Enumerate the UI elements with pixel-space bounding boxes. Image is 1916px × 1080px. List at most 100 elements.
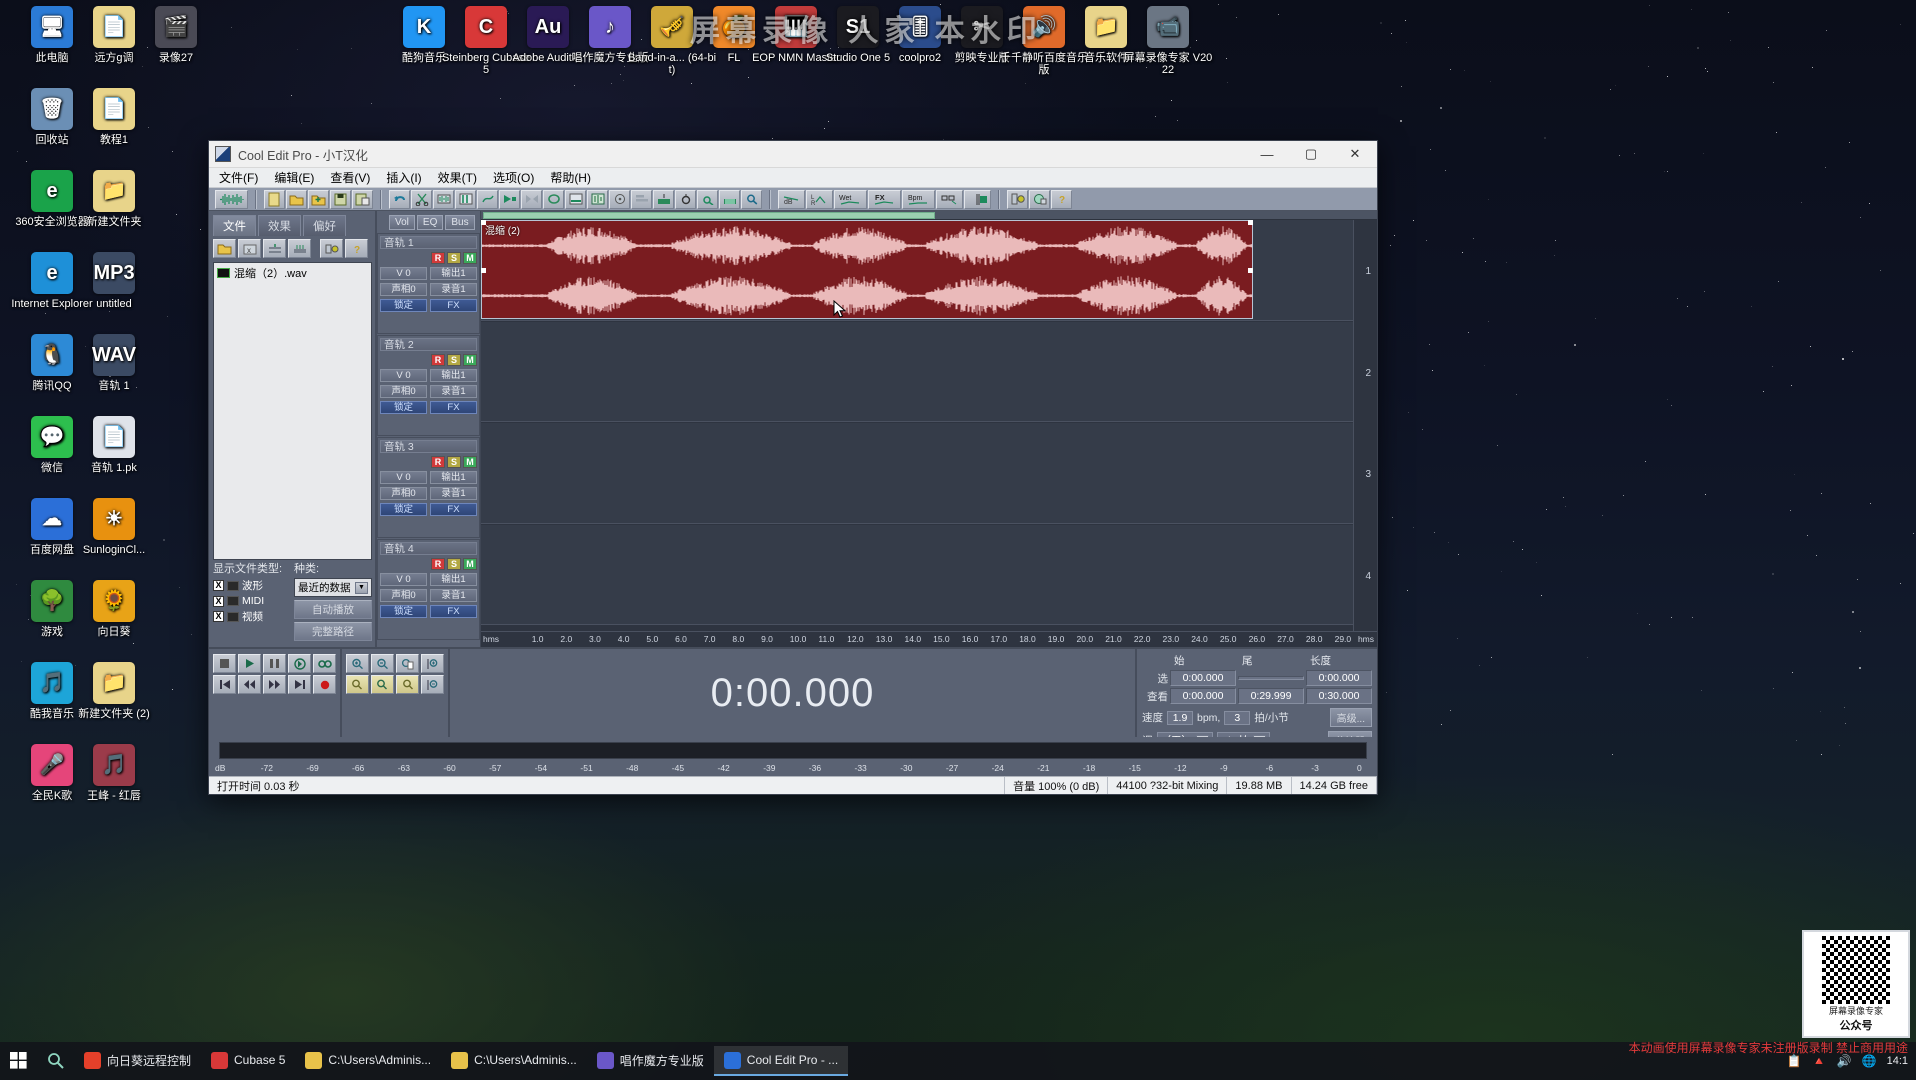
track-control-1[interactable]: 音轨 1 R S M V 0 输出1 声相0 录音1 锁定 FX xyxy=(377,233,480,334)
filetype-checkbox[interactable]: X MIDI xyxy=(213,595,286,607)
desktop-icon[interactable]: ☀ SunloginCl... xyxy=(68,498,160,556)
track-control-3[interactable]: 音轨 3 R S M V 0 输出1 声相0 录音1 锁定 FX xyxy=(377,437,480,538)
track-solo-button[interactable]: S xyxy=(447,354,461,366)
clip-handle-mid-left[interactable] xyxy=(481,268,486,273)
menu-item-2[interactable]: 查看(V) xyxy=(330,169,370,186)
clip-handle-top-left[interactable] xyxy=(481,220,486,225)
file-list[interactable]: 混缩（2）.wav xyxy=(213,262,372,560)
taskbar-item-4[interactable]: 唱作魔方专业版 xyxy=(587,1046,714,1076)
selection-end-field[interactable]: 0:29.999 xyxy=(1238,688,1304,704)
pan-envelope-icon[interactable]: LR xyxy=(806,190,833,209)
filetype-checkbox[interactable]: X 波形 xyxy=(213,578,286,593)
menu-item-0[interactable]: 文件(F) xyxy=(219,169,258,186)
track-tab-Bus[interactable]: Bus xyxy=(445,215,474,230)
wet-dry-envelope-icon[interactable]: Wet xyxy=(834,190,867,209)
filetype-checkbox[interactable]: X 视频 xyxy=(213,609,286,624)
track-name[interactable]: 音轨 1 xyxy=(380,236,477,249)
zoom-selection-icon[interactable] xyxy=(396,654,419,673)
track-lane-2[interactable] xyxy=(481,322,1353,423)
track-fx-button[interactable]: FX xyxy=(430,605,477,618)
maximize-button[interactable]: ▢ xyxy=(1289,141,1333,167)
track-record-device-field[interactable]: 录音1 xyxy=(430,487,477,500)
kind-dropdown[interactable]: 最近的数据 ▼ xyxy=(294,578,372,597)
taskbar-item-5[interactable]: Cool Edit Pro - ... xyxy=(714,1046,848,1076)
advanced-button[interactable]: 高级... xyxy=(1330,708,1372,727)
loop-region-icon[interactable] xyxy=(543,190,564,209)
taskbar-clock[interactable]: 14:1 xyxy=(1887,1055,1908,1067)
track-name[interactable]: 音轨 3 xyxy=(380,440,477,453)
track-tab-Vol[interactable]: Vol xyxy=(389,215,415,230)
desktop-icon[interactable]: 🎵 王峰 - 红唇 xyxy=(68,744,160,802)
track-mute-button[interactable]: M xyxy=(463,558,477,570)
desktop-icon[interactable]: 📹 屏幕录像专家 V2022 xyxy=(1122,6,1214,76)
desktop-icon[interactable]: WAV 音轨 1 xyxy=(68,334,160,392)
multitrack-view-icon[interactable] xyxy=(565,190,586,209)
insert-file-icon[interactable] xyxy=(263,239,286,258)
menu-item-4[interactable]: 效果(T) xyxy=(438,169,477,186)
track-lane-3[interactable] xyxy=(481,423,1353,524)
zoom-in-left-icon[interactable] xyxy=(346,675,369,694)
tray-icon-1[interactable]: 📋 xyxy=(1787,1054,1802,1068)
tray-icon-4[interactable]: 🌐 xyxy=(1862,1054,1877,1068)
copy-icon[interactable] xyxy=(433,190,454,209)
selection-length-field[interactable]: 0:30.000 xyxy=(1306,688,1372,704)
track-lane-4[interactable] xyxy=(481,525,1353,626)
track-record-arm-button[interactable]: R xyxy=(431,456,445,468)
help-icon[interactable]: ? xyxy=(1051,190,1072,209)
selection-start-field[interactable]: 0:00.000 xyxy=(1170,688,1236,704)
new-file-icon[interactable] xyxy=(264,190,285,209)
menu-item-3[interactable]: 插入(I) xyxy=(386,169,421,186)
window-titlebar[interactable]: Cool Edit Pro - 小T汉化 — ▢ ✕ xyxy=(209,141,1377,168)
minimize-button[interactable]: — xyxy=(1245,141,1289,167)
snap-ruler-icon[interactable] xyxy=(653,190,674,209)
open-file-icon[interactable] xyxy=(286,190,307,209)
edit-view-icon[interactable] xyxy=(587,190,608,209)
menu-item-5[interactable]: 选项(O) xyxy=(493,169,534,186)
snap-loop-icon[interactable] xyxy=(697,190,718,209)
tray-icon-3[interactable]: 🔊 xyxy=(1837,1054,1852,1068)
close-file-icon[interactable]: x xyxy=(238,239,261,258)
start-button[interactable] xyxy=(0,1046,37,1076)
scrollbar-thumb[interactable] xyxy=(483,212,935,219)
desktop-icon[interactable]: 🌻 向日葵 xyxy=(68,580,160,638)
play-icon[interactable] xyxy=(238,654,261,673)
fullpath-button[interactable]: 完整路径 xyxy=(294,622,372,641)
track-output-field[interactable]: 输出1 xyxy=(430,267,477,280)
open-folder-icon[interactable] xyxy=(213,239,236,258)
play-from-cursor-icon[interactable] xyxy=(288,654,311,673)
selection-length-field[interactable]: 0:00.000 xyxy=(1306,670,1372,686)
track-control-4[interactable]: 音轨 4 R S M V 0 输出1 声相0 录音1 锁定 FX xyxy=(377,539,480,640)
zoom-full-icon[interactable] xyxy=(371,675,394,694)
tempo-envelope-icon[interactable]: Bpm xyxy=(902,190,935,209)
track-mute-button[interactable]: M xyxy=(463,354,477,366)
zoom-in-icon[interactable] xyxy=(346,654,369,673)
taskbar-item-2[interactable]: C:\Users\Adminis... xyxy=(295,1046,441,1076)
waveform-view-icon[interactable] xyxy=(215,190,248,209)
track-solo-button[interactable]: S xyxy=(447,558,461,570)
selection-start-field[interactable]: 0:00.000 xyxy=(1170,670,1236,686)
skip-end-icon[interactable] xyxy=(288,675,311,694)
track-volume-field[interactable]: V 0 xyxy=(380,369,427,382)
clip-handle-top-right[interactable] xyxy=(1248,220,1253,225)
delete-selection-icon[interactable] xyxy=(521,190,542,209)
track-volume-field[interactable]: V 0 xyxy=(380,267,427,280)
left-tab-文件[interactable]: 文件 xyxy=(213,215,256,236)
track-fx-button[interactable]: FX xyxy=(430,401,477,414)
track-mute-button[interactable]: M xyxy=(463,252,477,264)
record-icon[interactable] xyxy=(313,675,336,694)
track-record-arm-button[interactable]: R xyxy=(431,558,445,570)
left-tab-效果[interactable]: 效果 xyxy=(258,215,301,236)
track-lock-button[interactable]: 锁定 xyxy=(380,299,427,312)
track-pan-field[interactable]: 声相0 xyxy=(380,283,427,296)
tracks-canvas[interactable]: 混缩 (2) xyxy=(481,220,1353,631)
menu-item-1[interactable]: 编辑(E) xyxy=(274,169,314,186)
tray-icon-2[interactable]: 🔺 xyxy=(1812,1054,1827,1068)
track-mute-button[interactable]: M xyxy=(463,456,477,468)
track-pan-field[interactable]: 声相0 xyxy=(380,487,427,500)
track-record-device-field[interactable]: 录音1 xyxy=(430,589,477,602)
mix-paste-icon[interactable] xyxy=(477,190,498,209)
file-list-item[interactable]: 混缩（2）.wav xyxy=(215,264,370,282)
zoom-in-right-icon[interactable] xyxy=(396,675,419,694)
trim-icon[interactable] xyxy=(499,190,520,209)
undo-icon[interactable] xyxy=(389,190,410,209)
